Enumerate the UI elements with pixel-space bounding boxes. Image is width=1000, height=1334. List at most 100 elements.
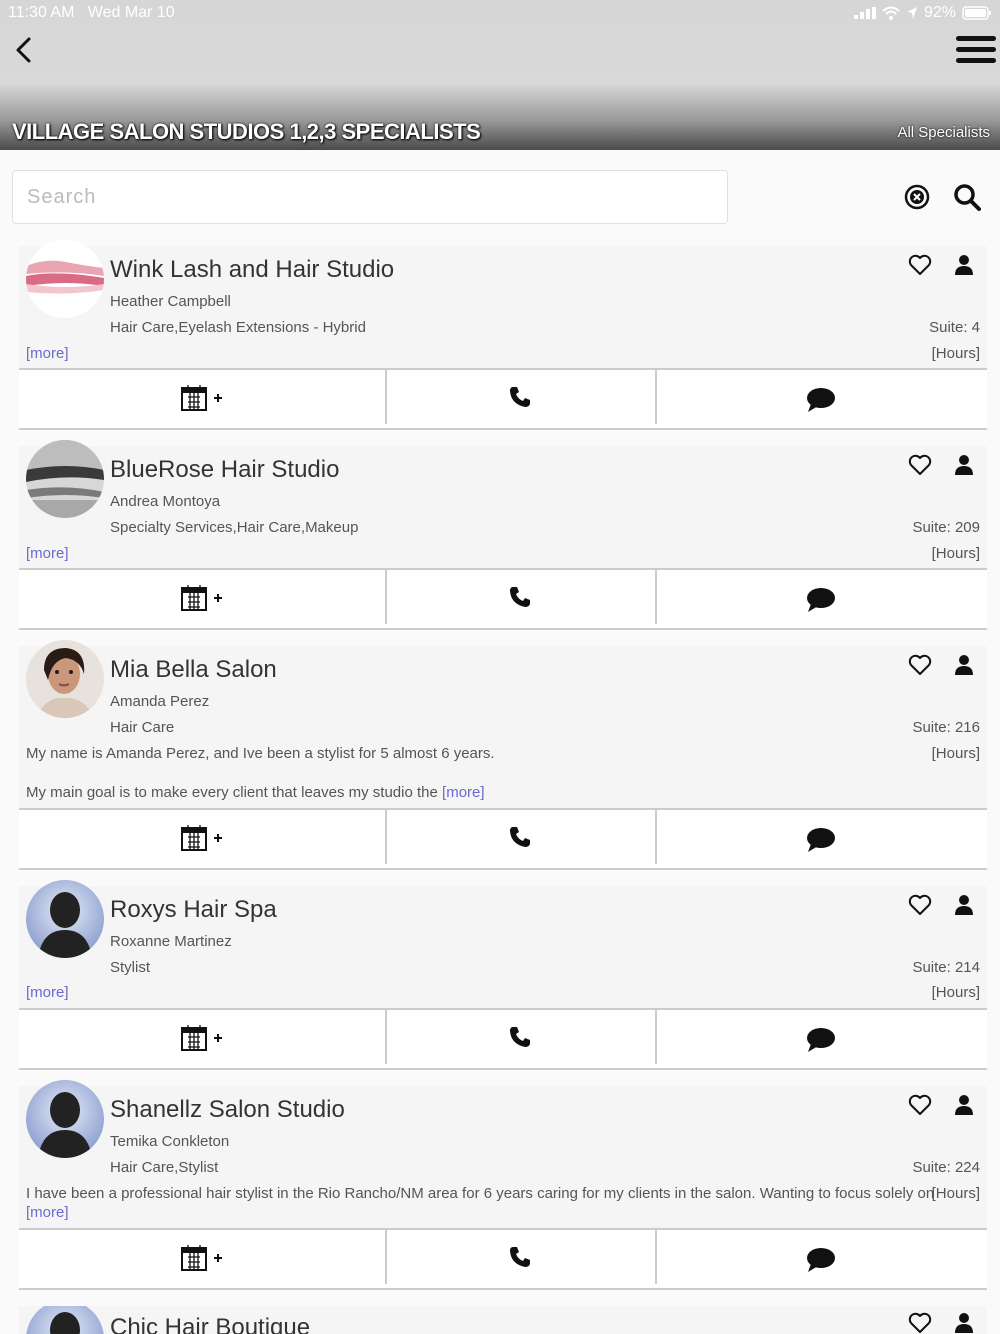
person-icon[interactable] — [954, 1312, 974, 1334]
phone-icon — [510, 827, 530, 847]
owner-name: Temika Conkleton — [110, 1133, 230, 1150]
action-bar — [19, 1228, 987, 1290]
business-name[interactable]: Chic Hair Boutique — [110, 1314, 310, 1334]
hours-link[interactable]: [Hours] — [932, 545, 980, 562]
calendar-add-icon — [181, 585, 222, 611]
business-name[interactable]: Wink Lash and Hair Studio — [110, 256, 394, 284]
owner-name: Heather Campbell — [110, 293, 231, 310]
back-chevron-icon[interactable] — [10, 36, 38, 64]
calendar-add-icon — [181, 385, 222, 411]
listing-card[interactable]: Wink Lash and Hair Studio Heather Campbe… — [19, 240, 987, 368]
listing-card[interactable]: Shanellz Salon Studio Temika Conkleton H… — [19, 1080, 987, 1228]
book-appointment-button[interactable] — [19, 570, 387, 624]
search-input[interactable] — [12, 170, 728, 224]
person-icon[interactable] — [954, 894, 974, 916]
message-button[interactable] — [655, 1010, 987, 1064]
heart-icon[interactable] — [908, 654, 932, 676]
call-button[interactable] — [385, 1010, 657, 1064]
description-continued: My main goal is to make every client tha… — [26, 784, 485, 801]
heart-icon[interactable] — [908, 894, 932, 916]
action-bar — [19, 568, 987, 630]
services: Hair Care,Stylist — [110, 1159, 219, 1176]
services: Hair Care,Eyelash Extensions - Hybrid — [110, 319, 366, 336]
more-link[interactable]: [more] — [442, 784, 485, 801]
message-button[interactable] — [655, 810, 987, 864]
person-icon[interactable] — [954, 454, 974, 476]
listing-card[interactable]: Chic Hair Boutique — [19, 1306, 987, 1334]
magnifier-icon[interactable] — [953, 183, 981, 211]
more-link[interactable]: [more] — [26, 545, 69, 562]
description: I have been a professional hair stylist … — [26, 1185, 935, 1202]
business-name[interactable]: Roxys Hair Spa — [110, 896, 277, 924]
business-name[interactable]: Mia Bella Salon — [110, 656, 277, 684]
book-appointment-button[interactable] — [19, 1230, 387, 1284]
call-button[interactable] — [385, 370, 657, 424]
chat-bubble-icon — [807, 388, 835, 412]
book-appointment-button[interactable] — [19, 1010, 387, 1064]
book-appointment-button[interactable] — [19, 370, 387, 424]
calendar-add-icon — [181, 825, 222, 851]
message-button[interactable] — [655, 370, 987, 424]
services: Stylist — [110, 959, 151, 976]
chat-bubble-icon — [807, 1028, 835, 1052]
listing-card[interactable]: Mia Bella Salon Amanda Perez Hair Care S… — [19, 640, 987, 808]
suite-number: Suite: 4 — [929, 319, 980, 336]
suite-number: Suite: 216 — [912, 719, 980, 736]
hours-link[interactable]: [Hours] — [932, 984, 980, 1001]
action-bar — [19, 808, 987, 870]
description: My name is Amanda Perez, and Ive been a … — [26, 745, 495, 762]
owner-name: Amanda Perez — [110, 693, 210, 710]
chat-bubble-icon — [807, 1248, 835, 1272]
owner-name: Roxanne Martinez — [110, 933, 232, 950]
phone-icon — [510, 587, 530, 607]
action-bar — [19, 1008, 987, 1070]
calendar-add-icon — [181, 1025, 222, 1051]
avatar — [26, 440, 104, 518]
calendar-add-icon — [181, 1245, 222, 1271]
phone-icon — [510, 387, 530, 407]
heart-icon[interactable] — [908, 454, 932, 476]
heart-icon[interactable] — [908, 1312, 932, 1334]
phone-icon — [510, 1027, 530, 1047]
services: Hair Care — [110, 719, 175, 736]
heart-icon[interactable] — [908, 254, 932, 276]
chat-bubble-icon — [807, 828, 835, 852]
clear-search-icon[interactable] — [904, 184, 930, 210]
suite-number: Suite: 224 — [912, 1159, 980, 1176]
status-right: 92% — [853, 4, 992, 22]
heart-icon[interactable] — [908, 1094, 932, 1116]
listing-card[interactable]: Roxys Hair Spa Roxanne Martinez Stylist … — [19, 880, 987, 1008]
status-bar: 11:30 AM Wed Mar 10 92% — [0, 0, 1000, 26]
all-specialists-link[interactable]: All Specialists — [897, 124, 990, 141]
suite-number: Suite: 209 — [912, 519, 980, 536]
more-link[interactable]: [more] — [26, 1204, 69, 1221]
avatar — [26, 240, 104, 318]
person-icon[interactable] — [954, 1094, 974, 1116]
page-title: VILLAGE SALON STUDIOS 1,2,3 SPECIALISTS — [12, 119, 481, 144]
business-name[interactable]: Shanellz Salon Studio — [110, 1096, 345, 1124]
call-button[interactable] — [385, 810, 657, 864]
wifi-icon — [882, 6, 900, 20]
message-button[interactable] — [655, 1230, 987, 1284]
call-button[interactable] — [385, 570, 657, 624]
avatar — [26, 1080, 104, 1158]
call-button[interactable] — [385, 1230, 657, 1284]
services: Specialty Services,Hair Care,Makeup — [110, 519, 359, 536]
business-name[interactable]: BlueRose Hair Studio — [110, 456, 339, 484]
listing-card[interactable]: BlueRose Hair Studio Andrea Montoya Spec… — [19, 440, 987, 568]
suite-number: Suite: 214 — [912, 959, 980, 976]
avatar — [26, 640, 104, 718]
message-button[interactable] — [655, 570, 987, 624]
cellular-signal-icon — [853, 7, 876, 19]
hours-link[interactable]: [Hours] — [932, 345, 980, 362]
owner-name: Andrea Montoya — [110, 493, 221, 510]
book-appointment-button[interactable] — [19, 810, 387, 864]
more-link[interactable]: [more] — [26, 984, 69, 1001]
hours-link[interactable]: [Hours] — [932, 745, 980, 762]
hamburger-menu-icon[interactable] — [956, 34, 996, 66]
avatar — [26, 1306, 104, 1334]
person-icon[interactable] — [954, 254, 974, 276]
more-link[interactable]: [more] — [26, 345, 69, 362]
hours-link[interactable]: [Hours] — [932, 1185, 980, 1202]
person-icon[interactable] — [954, 654, 974, 676]
